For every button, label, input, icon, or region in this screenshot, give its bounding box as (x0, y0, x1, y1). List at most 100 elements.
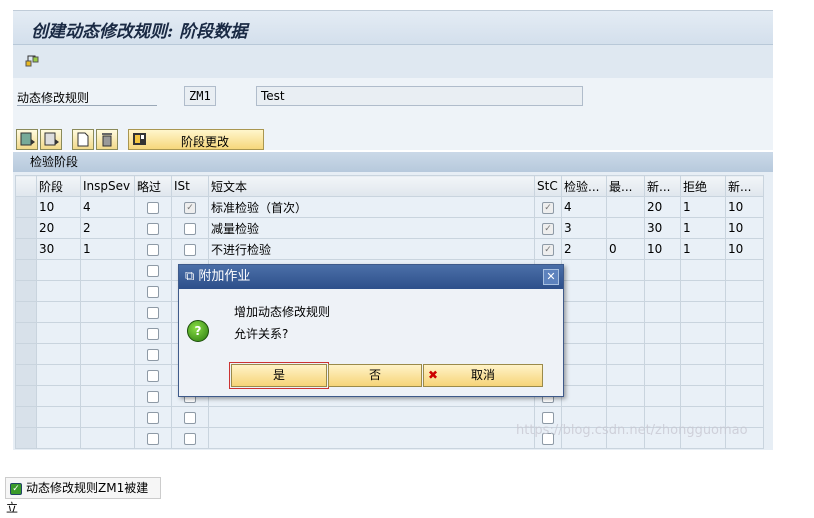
cell-new1[interactable] (644, 364, 681, 386)
table-row[interactable]: 30 1 不进行检验 ✓ 2 0 10 1 10 (15, 238, 764, 260)
ist-checkbox[interactable]: ✓ (184, 201, 196, 214)
cell-stage[interactable]: 10 (36, 196, 81, 218)
cell-new2[interactable] (725, 385, 764, 407)
column-header[interactable]: 检验... (561, 175, 607, 197)
cancel-button[interactable]: ✖ 取消 (423, 364, 543, 387)
skip-checkbox[interactable] (147, 285, 159, 298)
cell-stage[interactable] (36, 280, 81, 302)
cell-insp_sev[interactable]: 2 (80, 217, 135, 239)
row-selector[interactable] (15, 385, 37, 407)
skip-checkbox[interactable] (147, 390, 159, 403)
cell-stage[interactable] (36, 259, 81, 281)
row-selector[interactable] (15, 196, 37, 218)
cell-new1[interactable] (644, 301, 681, 323)
cell-new1[interactable]: 30 (644, 217, 681, 239)
cell-reject[interactable] (680, 259, 726, 281)
cell-insp[interactable] (561, 301, 607, 323)
cell-new2[interactable] (725, 301, 764, 323)
cell-new1[interactable]: 20 (644, 196, 681, 218)
cell-new1[interactable] (644, 343, 681, 365)
column-header[interactable]: 阶段 (36, 175, 81, 197)
no-button[interactable]: 否 (328, 364, 422, 387)
column-header[interactable]: 略过 (134, 175, 172, 197)
cell-insp_sev[interactable]: 4 (80, 196, 135, 218)
cell-text[interactable]: 减量检验 (208, 217, 535, 239)
skip-checkbox[interactable] (147, 369, 159, 382)
details-button[interactable] (16, 129, 38, 150)
cell-new2[interactable]: 10 (725, 238, 764, 260)
stc-checkbox[interactable]: ✓ (542, 243, 554, 256)
cell-insp[interactable] (561, 364, 607, 386)
cell-insp[interactable] (561, 280, 607, 302)
skip-checkbox[interactable] (147, 201, 159, 214)
cell-new2[interactable] (725, 280, 764, 302)
cell-stage[interactable] (36, 385, 81, 407)
rule-description-field[interactable]: Test (256, 86, 583, 106)
cell-new2[interactable] (725, 259, 764, 281)
cell-reject[interactable] (680, 364, 726, 386)
new-row-button[interactable] (72, 129, 94, 150)
stc-checkbox[interactable]: ✓ (542, 222, 554, 235)
cell-insp_sev[interactable] (80, 322, 135, 344)
table-row[interactable]: 10 4 ✓ 标准检验（首次） ✓ 4 20 1 10 (15, 196, 764, 218)
cell-text[interactable]: 不进行检验 (208, 238, 535, 260)
dialog-close-button[interactable]: ✕ (543, 269, 559, 285)
cell-text[interactable]: 标准检验（首次） (208, 196, 535, 218)
cell-new2[interactable] (725, 322, 764, 344)
column-header[interactable]: 新... (644, 175, 681, 197)
cell-insp[interactable] (561, 343, 607, 365)
stage-change-button[interactable]: 阶段更改 (128, 129, 264, 150)
row-selector[interactable] (15, 259, 37, 281)
cell-max[interactable] (606, 196, 645, 218)
cell-max[interactable] (606, 259, 645, 281)
cell-max[interactable] (606, 322, 645, 344)
cell-insp_sev[interactable] (80, 343, 135, 365)
rule-code-field[interactable]: ZM1 (184, 86, 216, 106)
column-header[interactable]: 新... (725, 175, 764, 197)
row-selector-header[interactable] (15, 175, 37, 197)
cell-new1[interactable] (644, 322, 681, 344)
cell-insp_sev[interactable] (80, 280, 135, 302)
dialog-title-bar[interactable]: ⧉ 附加作业 (179, 265, 563, 289)
column-header[interactable]: 最... (606, 175, 645, 197)
cell-max[interactable] (606, 385, 645, 407)
cell-insp[interactable]: 3 (561, 217, 607, 239)
table-row[interactable]: 20 2 减量检验 ✓ 3 30 1 10 (15, 217, 764, 239)
cell-text[interactable] (208, 427, 535, 449)
cell-stage[interactable] (36, 364, 81, 386)
cell-stage[interactable] (36, 301, 81, 323)
ist-checkbox[interactable] (184, 222, 196, 235)
skip-checkbox[interactable] (147, 411, 159, 424)
column-header[interactable]: 拒绝 (680, 175, 726, 197)
cell-insp_sev[interactable] (80, 301, 135, 323)
cell-insp_sev[interactable] (80, 364, 135, 386)
cell-max[interactable] (606, 280, 645, 302)
cell-reject[interactable]: 1 (680, 238, 726, 260)
cell-stage[interactable] (36, 427, 81, 449)
stc-checkbox[interactable] (542, 411, 554, 424)
skip-checkbox[interactable] (147, 432, 159, 445)
row-selector[interactable] (15, 238, 37, 260)
skip-checkbox[interactable] (147, 306, 159, 319)
delete-row-button[interactable] (96, 129, 118, 150)
ist-checkbox[interactable] (184, 432, 196, 445)
skip-checkbox[interactable] (147, 327, 159, 340)
cell-stage[interactable] (36, 322, 81, 344)
cell-insp[interactable] (561, 322, 607, 344)
row-selector[interactable] (15, 406, 37, 428)
cell-new2[interactable]: 10 (725, 217, 764, 239)
column-header[interactable]: ISt (171, 175, 209, 197)
cell-new1[interactable] (644, 280, 681, 302)
row-selector[interactable] (15, 322, 37, 344)
cell-new2[interactable]: 10 (725, 196, 764, 218)
skip-checkbox[interactable] (147, 264, 159, 277)
cell-reject[interactable] (680, 322, 726, 344)
cell-insp[interactable]: 4 (561, 196, 607, 218)
row-selector[interactable] (15, 217, 37, 239)
ist-checkbox[interactable] (184, 243, 196, 256)
cell-new2[interactable] (725, 343, 764, 365)
cell-stage[interactable] (36, 406, 81, 428)
cell-new1[interactable] (644, 385, 681, 407)
stc-checkbox[interactable]: ✓ (542, 201, 554, 214)
cell-stage[interactable] (36, 343, 81, 365)
